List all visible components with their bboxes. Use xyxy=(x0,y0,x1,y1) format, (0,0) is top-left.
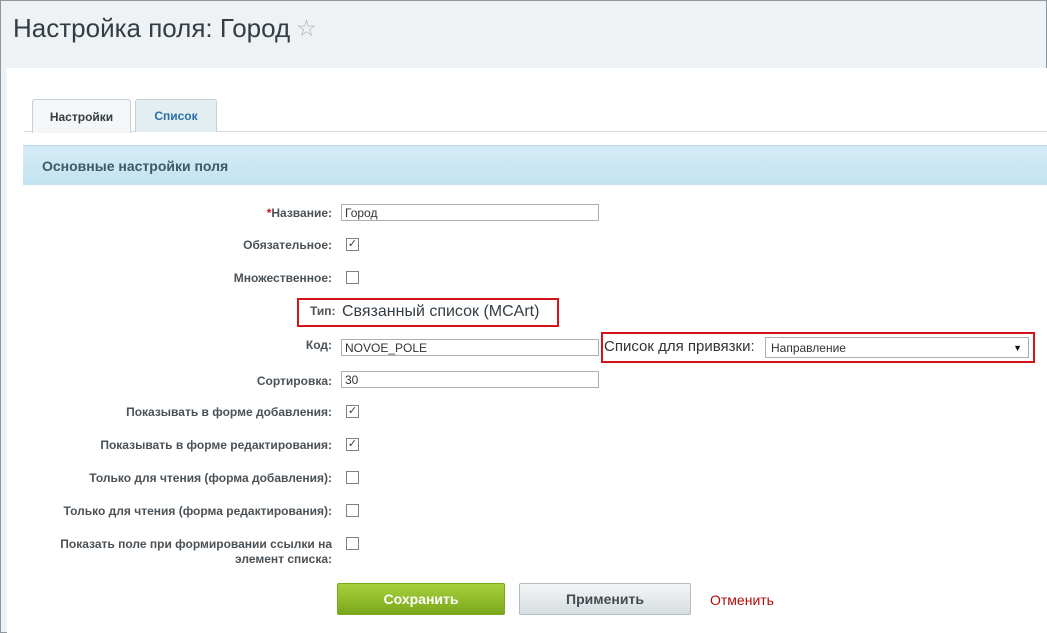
page-title-text: Настройка поля: Город xyxy=(13,13,291,43)
readonly-edit-checkbox[interactable] xyxy=(346,504,359,517)
name-label-text: Название: xyxy=(271,206,332,220)
show-link-label-line2: элемент списка: xyxy=(235,552,332,566)
show-link-label: Показать поле при формировании ссылки на… xyxy=(60,537,332,567)
readonly-add-checkbox[interactable] xyxy=(346,471,359,484)
window-frame: Настройка поля: Город ☆ Настройки Список … xyxy=(0,0,1047,633)
code-input[interactable] xyxy=(341,339,599,356)
sort-label: Сортировка: xyxy=(256,374,332,388)
bind-list-select[interactable]: Направление ▼ xyxy=(765,337,1029,358)
save-button-label: Сохранить xyxy=(383,591,459,607)
show-edit-checkbox[interactable]: ✓ xyxy=(346,438,359,451)
readonly-add-label: Только для чтения (форма добавления): xyxy=(89,471,332,485)
name-label: *Название: xyxy=(267,206,332,220)
multiple-checkbox[interactable] xyxy=(346,271,359,284)
multiple-label: Множественное: xyxy=(233,271,332,285)
show-link-checkbox[interactable] xyxy=(346,537,359,550)
show-link-label-line1: Показать поле при формировании ссылки на xyxy=(60,537,332,551)
tab-list-label: Список xyxy=(154,109,198,123)
caret-down-icon: ▼ xyxy=(1013,343,1022,353)
readonly-edit-label: Только для чтения (форма редактирования)… xyxy=(63,504,332,518)
apply-button-label: Применить xyxy=(566,591,644,607)
bind-list-selected: Направление xyxy=(771,341,846,355)
type-value: Связанный список (MCArt) xyxy=(342,303,540,320)
section-title: Основные настройки поля xyxy=(42,157,229,174)
show-edit-label: Показывать в форме редактирования: xyxy=(100,438,332,452)
mandatory-checkbox[interactable]: ✓ xyxy=(346,238,359,251)
type-highlight-box: Тип: Связанный список (MCArt) xyxy=(297,298,559,327)
type-label: Тип: xyxy=(310,304,336,318)
show-add-checkbox[interactable]: ✓ xyxy=(346,405,359,418)
show-add-label: Показывать в форме добавления: xyxy=(126,405,332,419)
name-input[interactable] xyxy=(341,204,599,221)
bind-list-label: Список для привязки: xyxy=(604,338,755,355)
mandatory-label: Обязательное: xyxy=(243,238,332,252)
section-header: Основные настройки поля xyxy=(23,145,1047,185)
code-label: Код: xyxy=(305,338,332,352)
bind-list-highlight-box: Список для привязки: Направление ▼ xyxy=(601,332,1035,363)
sort-input[interactable] xyxy=(341,371,599,388)
tab-settings-label: Настройки xyxy=(49,109,114,124)
page-title: Настройка поля: Город ☆ xyxy=(13,13,317,44)
save-button[interactable]: Сохранить xyxy=(337,583,505,615)
star-icon[interactable]: ☆ xyxy=(296,15,317,42)
tab-settings[interactable]: Настройки xyxy=(32,99,131,133)
cancel-link[interactable]: Отменить xyxy=(710,592,774,608)
tab-list[interactable]: Список xyxy=(135,99,217,132)
apply-button[interactable]: Применить xyxy=(519,583,691,615)
